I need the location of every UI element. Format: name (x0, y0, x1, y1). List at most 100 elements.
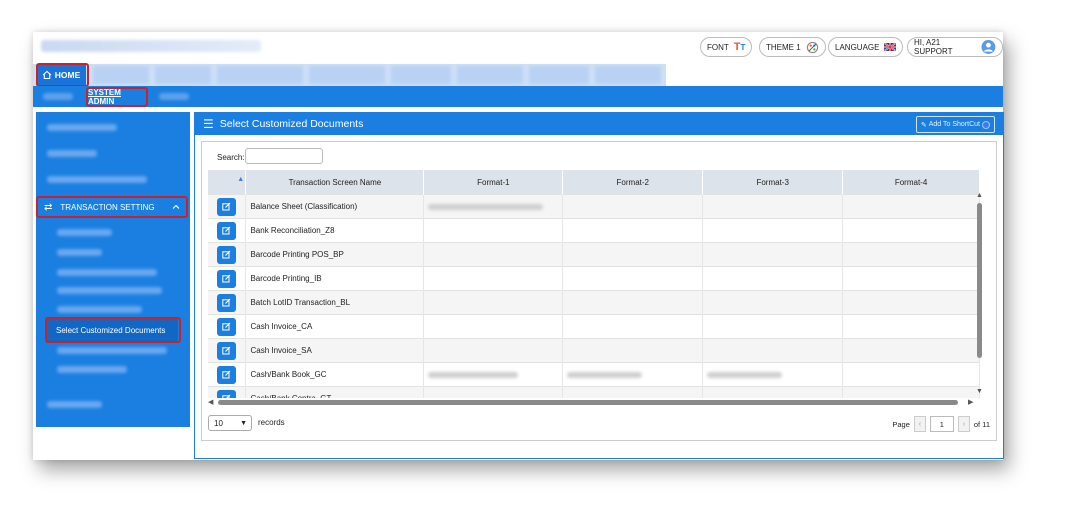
horizontal-scrollbar[interactable]: ◀ ▶ (208, 398, 984, 408)
format-1-cell[interactable] (423, 314, 564, 339)
menu-tab-blurred[interactable] (155, 66, 211, 84)
format-2-cell[interactable] (562, 314, 704, 339)
scroll-up-icon[interactable]: ▲ (976, 192, 983, 199)
hamburger-icon[interactable]: ☰ (203, 117, 214, 131)
sidebar-subitem-blurred[interactable] (57, 269, 157, 276)
sidebar-subitem-blurred[interactable] (57, 287, 162, 294)
sidebar-subitem-blurred[interactable] (57, 366, 127, 373)
edit-button[interactable] (217, 317, 237, 336)
format-2-cell[interactable] (562, 338, 704, 363)
sidebar-subitem-blurred[interactable] (57, 306, 142, 313)
column-header-format-2[interactable]: Format-2 (562, 170, 704, 195)
horizontal-scroll-thumb[interactable] (218, 400, 958, 405)
edit-button[interactable] (217, 269, 237, 288)
format-2-cell[interactable] (562, 242, 704, 267)
menu-tab-blurred[interactable] (217, 66, 303, 84)
scroll-left-icon[interactable]: ◀ (208, 398, 213, 406)
format-4-cell[interactable] (842, 290, 980, 315)
submenu-item-blurred[interactable] (43, 93, 73, 100)
edit-icon (222, 202, 231, 211)
table-row: Bank Reconciliation_Z8 (208, 218, 980, 243)
format-2-cell[interactable] (562, 218, 704, 243)
sidebar-subitem-blurred[interactable] (57, 249, 102, 256)
edit-button[interactable] (217, 293, 237, 312)
format-1-cell[interactable] (423, 194, 564, 219)
format-4-cell[interactable] (842, 218, 980, 243)
theme-button[interactable]: THEME 1 (759, 37, 826, 57)
menu-tab-blurred[interactable] (93, 66, 149, 84)
format-3-cell[interactable] (702, 194, 844, 219)
format-4-cell[interactable] (842, 362, 980, 387)
menu-tab-blurred[interactable] (457, 66, 523, 84)
format-2-cell[interactable] (562, 362, 704, 387)
uk-flag-icon (884, 43, 897, 51)
add-to-shortcut-button[interactable]: ✎ Add To ShortCut (915, 116, 995, 133)
sort-up-icon[interactable]: ▲ (237, 176, 244, 183)
current-page-input[interactable]: 1 (929, 416, 954, 432)
search-input[interactable] (245, 148, 323, 164)
language-button[interactable]: LANGUAGE (828, 37, 904, 57)
scroll-right-icon[interactable]: ▶ (968, 398, 973, 406)
pagination: Page ‹ 1 › of 11 (892, 416, 990, 432)
format-3-cell[interactable] (702, 362, 844, 387)
format-3-cell[interactable] (702, 338, 844, 363)
edit-button[interactable] (217, 389, 237, 398)
edit-button[interactable] (217, 365, 237, 384)
edit-button[interactable] (217, 245, 237, 264)
documents-grid: ▲ Transaction Screen Name Format-1 Forma… (208, 170, 980, 398)
sidebar-subitem-blurred[interactable] (57, 347, 167, 354)
prev-page-button[interactable]: ‹ (913, 416, 926, 432)
user-menu-button[interactable]: HI, A21 SUPPORT (907, 37, 1003, 57)
format-4-cell[interactable] (842, 242, 980, 267)
user-label: HI, A21 SUPPORT (914, 38, 953, 56)
menu-tab-blurred[interactable] (529, 66, 589, 84)
screen-name-cell: Barcode Printing POS_BP (245, 242, 425, 267)
vertical-scrollbar[interactable]: ▲ ▼ (975, 170, 985, 398)
format-1-cell[interactable] (423, 218, 564, 243)
format-4-cell[interactable] (842, 194, 980, 219)
sidebar-item-blurred[interactable] (47, 124, 117, 131)
font-button[interactable]: FONT TT (700, 37, 753, 57)
format-2-cell[interactable] (562, 266, 704, 291)
format-4-cell[interactable] (842, 314, 980, 339)
format-2-cell[interactable] (562, 290, 704, 315)
menu-tab-blurred[interactable] (391, 66, 451, 84)
scroll-down-icon[interactable]: ▼ (976, 388, 983, 395)
format-3-cell[interactable] (702, 290, 844, 315)
format-2-cell[interactable] (562, 194, 704, 219)
format-1-cell[interactable] (423, 242, 564, 267)
page-size-value: 10 (214, 418, 223, 428)
format-1-cell[interactable] (423, 386, 564, 398)
column-header-screen-name[interactable]: Transaction Screen Name (245, 170, 425, 195)
format-1-cell[interactable] (423, 338, 564, 363)
column-header-format-4[interactable]: Format-4 (842, 170, 980, 195)
edit-button[interactable] (217, 197, 237, 216)
format-4-cell[interactable] (842, 266, 980, 291)
submenu-item-blurred[interactable] (159, 93, 189, 100)
format-3-cell[interactable] (702, 314, 844, 339)
sidebar-item-blurred[interactable] (47, 176, 147, 183)
action-cell (208, 242, 247, 267)
format-4-cell[interactable] (842, 338, 980, 363)
sidebar-item-blurred[interactable] (47, 401, 102, 408)
format-1-cell[interactable] (423, 266, 564, 291)
format-2-cell[interactable] (562, 386, 704, 398)
edit-button[interactable] (217, 221, 237, 240)
format-3-cell[interactable] (702, 242, 844, 267)
next-page-button[interactable]: › (957, 416, 970, 432)
sidebar-item-blurred[interactable] (47, 150, 97, 157)
sidebar-subitem-blurred[interactable] (57, 229, 112, 236)
menu-tab-blurred[interactable] (595, 66, 661, 84)
column-header-format-1[interactable]: Format-1 (423, 170, 564, 195)
format-1-cell[interactable] (423, 362, 564, 387)
vertical-scroll-thumb[interactable] (977, 203, 982, 358)
format-3-cell[interactable] (702, 218, 844, 243)
column-header-format-3[interactable]: Format-3 (702, 170, 844, 195)
format-4-cell[interactable] (842, 386, 980, 398)
format-3-cell[interactable] (702, 266, 844, 291)
format-1-cell[interactable] (423, 290, 564, 315)
edit-button[interactable] (217, 341, 237, 360)
menu-tab-blurred[interactable] (309, 66, 385, 84)
page-size-select[interactable]: 10 ▼ (208, 415, 252, 431)
format-3-cell[interactable] (702, 386, 844, 398)
